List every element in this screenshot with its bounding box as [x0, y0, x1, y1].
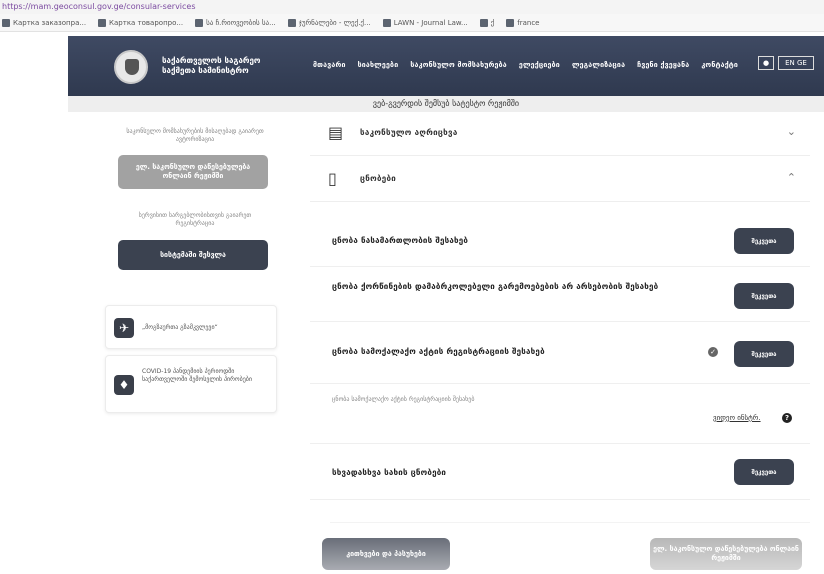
list-item: ცნობა ქორწინების დამაბრკოლებელი გარემოებ… [310, 267, 810, 322]
accordion-consular-registration[interactable]: ▤ საკონსულო აღრიცხვა ⌄ [310, 112, 810, 156]
video-link[interactable]: ვიდეო ინსტრ. [713, 414, 761, 422]
test-mode-banner: ვებ-გვერდის შემსუბ სატესტო რეჟიმში [68, 96, 824, 112]
nav-item[interactable]: მთავარი [313, 61, 346, 69]
item-label: ცნობა ნასამართლობის შესახებ [332, 236, 469, 245]
bookmark-item[interactable]: france [506, 18, 540, 27]
item-label: ცნობა სამოქალაქო აქტის რეგისტრაციის შესა… [332, 347, 545, 356]
login-button[interactable]: სისტემაში შესვლა [118, 240, 268, 270]
list-item: ცნობა სამოქალაქო აქტის რეგისტრაციის შესა… [310, 322, 810, 384]
chevron-up-icon[interactable]: ⌃ [787, 171, 796, 184]
address-bar[interactable]: https://mam.geoconsul.gov.ge/consular-se… [0, 0, 824, 14]
list-item: ცნობა ნასამართლობის შესახებ შეკვეთა [310, 215, 810, 267]
check-icon: ✓ [708, 347, 718, 357]
card-label: COVID-19 პანდემიის პერიოდში საქართველოში… [142, 368, 252, 383]
ministry-logo-icon[interactable] [114, 50, 148, 84]
nav-item[interactable]: ჩვენი ქვეყანა [637, 61, 689, 69]
brand-title[interactable]: საქართველოს საგარეო საქმეთა სამინისტრო [162, 56, 282, 76]
bookmark-item[interactable]: ჯურნალები - ლექ.ქ... [287, 18, 371, 27]
bookmark-icon [287, 18, 296, 27]
online-consulate-bottom-button[interactable]: ელ. საკონსულო დაწესებულება ონლაინ რეჟიმშ… [650, 538, 802, 570]
order-button[interactable]: შეკვეთა [734, 283, 794, 309]
main-nav: მთავარი სიახლეები საკონსულო მომსახურება … [313, 61, 738, 69]
order-button[interactable]: შეკვეთა [734, 459, 794, 485]
item-label: ცნობა ქორწინების დამაბრკოლებელი გარემოებ… [332, 282, 659, 291]
bookmark-icon [506, 18, 515, 27]
bookmark-item[interactable]: Картка товаропро... [98, 18, 183, 27]
order-button[interactable]: შეკვეთა [734, 341, 794, 367]
accordion-label: ცნობები [360, 174, 397, 183]
nav-item[interactable]: ლეგალიზაცია [572, 61, 625, 69]
nav-item[interactable]: საკონსულო მომსახურება [410, 61, 507, 69]
info-text: ცნობა სამოქალაქო აქტის რეგისტრაციის შესა… [332, 396, 475, 403]
accordion-certificates[interactable]: ▯ ცნობები ⌃ [310, 158, 810, 202]
accordion-label: საკონსულო აღრიცხვა [360, 128, 458, 137]
nav-item[interactable]: კონტაქტი [701, 61, 738, 69]
document-icon: ▤ [328, 123, 344, 142]
card-label: „მოგზაურთა გზამკვლევი“ [142, 324, 218, 331]
bookmark-icon [195, 18, 204, 27]
bookmark-item[interactable]: LAWN - Journal Law... [382, 18, 468, 27]
covid-card[interactable]: ♦ COVID-19 პანდემიის პერიოდში საქართველო… [105, 355, 277, 413]
info-row: ცნობა სამოქალაქო აქტის რეგისტრაციის შესა… [310, 384, 810, 444]
user-icon[interactable]: ● [758, 56, 774, 70]
bookmark-icon [98, 18, 107, 27]
bookmark-item[interactable]: Картка заказопра... [2, 18, 86, 27]
bookmark-icon [382, 18, 391, 27]
chevron-down-icon[interactable]: ⌄ [787, 125, 796, 138]
bookmark-item[interactable]: სა ჩ.რიოვეობის სა... [195, 18, 276, 27]
travel-guide-card[interactable]: ✈ „მოგზაურთა გზამკვლევი“ [105, 305, 277, 349]
auth-hint: საკონსულო მომსახურების მისაღებად გაიარეთ… [126, 128, 264, 143]
site-header: საქართველოს საგარეო საქმეთა სამინისტრო მ… [68, 36, 824, 96]
bookmark-item[interactable]: ქ [479, 18, 494, 27]
bookmarks-bar: Картка заказопра... Картка товаропро... … [0, 14, 824, 32]
airplane-icon: ✈ [114, 318, 134, 338]
divider [330, 522, 810, 528]
dog-icon: ♦ [114, 375, 134, 395]
nav-item[interactable]: სიახლეები [358, 61, 399, 69]
order-button[interactable]: შეკვეთა [734, 228, 794, 254]
faq-button[interactable]: კითხვები და პასუხები [322, 538, 450, 570]
nav-item[interactable]: ელექციები [519, 61, 560, 69]
online-consulate-button[interactable]: ელ. საკონსულო დაწესებულება ონლაინ რეჟიმშ… [118, 155, 268, 189]
language-switch[interactable]: EN GE [778, 56, 814, 70]
bookmark-icon [479, 18, 488, 27]
register-hint: სერვისით სარგებლობისთვის გაიარეთ რეგისტრ… [138, 212, 252, 227]
bookmark-icon [2, 18, 10, 27]
phone-icon: ▯ [328, 169, 337, 188]
info-icon[interactable]: ? [782, 413, 792, 423]
list-item: სხვადასხვა სახის ცნობები შეკვეთა [310, 444, 810, 500]
item-label: სხვადასხვა სახის ცნობები [332, 468, 447, 477]
